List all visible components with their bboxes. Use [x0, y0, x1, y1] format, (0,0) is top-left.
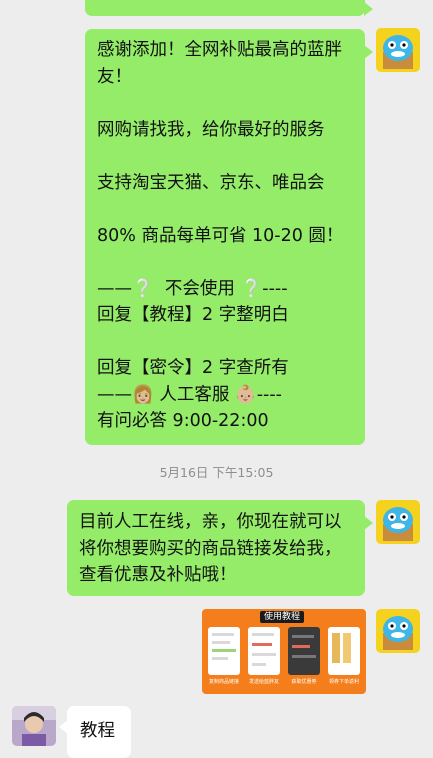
- chat-timestamp: 5月16日 下午15:05: [159, 465, 274, 480]
- previous-message-bubble[interactable]: [85, 0, 373, 16]
- tutorial-caption: 获取优惠券: [291, 679, 317, 685]
- welcome-line: [97, 90, 353, 117]
- bot-avatar[interactable]: [376, 500, 420, 544]
- tutorial-step-card: [248, 627, 280, 675]
- reply-message-bubble[interactable]: 目前人工在线，亲，你现在就可以 将你想要购买的商品链接发给我， 查看优惠及补贴哦…: [67, 500, 373, 596]
- user-avatar[interactable]: [12, 706, 56, 746]
- welcome-line: ——❔ 不会使用 ❔----: [97, 278, 288, 299]
- user-photo-icon: [12, 706, 56, 746]
- welcome-message-bubble[interactable]: 感谢添加！全网补贴最高的蓝胖 友！ 网购请找我，给你最好的服务 支持淘宝天猫、京…: [85, 29, 373, 445]
- welcome-line: 网购请找我，给你最好的服务: [97, 119, 325, 140]
- tutorial-caption: 复制商品链接: [208, 679, 239, 685]
- welcome-line: 回复【教程】2 字整明白: [97, 305, 289, 325]
- welcome-line: 80% 商品每单可省 10-20 圆！: [97, 225, 344, 246]
- tutorial-caption: 领券下单返利: [328, 679, 359, 685]
- tutorial-image[interactable]: 使用教程 复制商品链接 发送给蓝胖友 获取优惠券 领券下单返利: [202, 609, 366, 694]
- tutorial-step-card: [328, 627, 360, 675]
- bot-avatar[interactable]: [376, 28, 420, 72]
- reply-line: 将你想要购买的商品链接发给我，: [79, 538, 342, 559]
- welcome-line: 友！: [97, 66, 132, 87]
- blue-cat-icon: [376, 609, 420, 653]
- welcome-line: [97, 143, 353, 170]
- user-message-bubble[interactable]: 教程: [59, 706, 131, 758]
- welcome-line: [97, 196, 353, 223]
- welcome-line: [97, 329, 353, 356]
- tutorial-step-card: [288, 627, 320, 675]
- blue-cat-icon: [376, 500, 420, 544]
- welcome-line: 有问必答 9:00-22:00: [97, 411, 269, 431]
- tutorial-caption: 发送给蓝胖友: [248, 679, 279, 685]
- bot-avatar[interactable]: [376, 609, 420, 653]
- welcome-line: 感谢添加！全网补贴最高的蓝胖: [97, 40, 342, 60]
- welcome-line: 支持淘宝天猫、京东、唯品会: [97, 172, 325, 193]
- user-message-text: 教程: [80, 721, 115, 741]
- reply-line: 目前人工在线，亲，你现在就可以: [79, 512, 342, 532]
- tutorial-step-card: [208, 627, 240, 675]
- welcome-line: 回复【密令】2 字查所有: [97, 358, 289, 378]
- welcome-line: [97, 249, 353, 276]
- blue-cat-icon: [376, 28, 420, 72]
- welcome-line: ——👩🏼 人工客服 👶🏼----: [97, 384, 282, 405]
- reply-line: 查看优惠及补贴哦！: [79, 565, 237, 585]
- tutorial-title: 使用教程: [260, 611, 304, 623]
